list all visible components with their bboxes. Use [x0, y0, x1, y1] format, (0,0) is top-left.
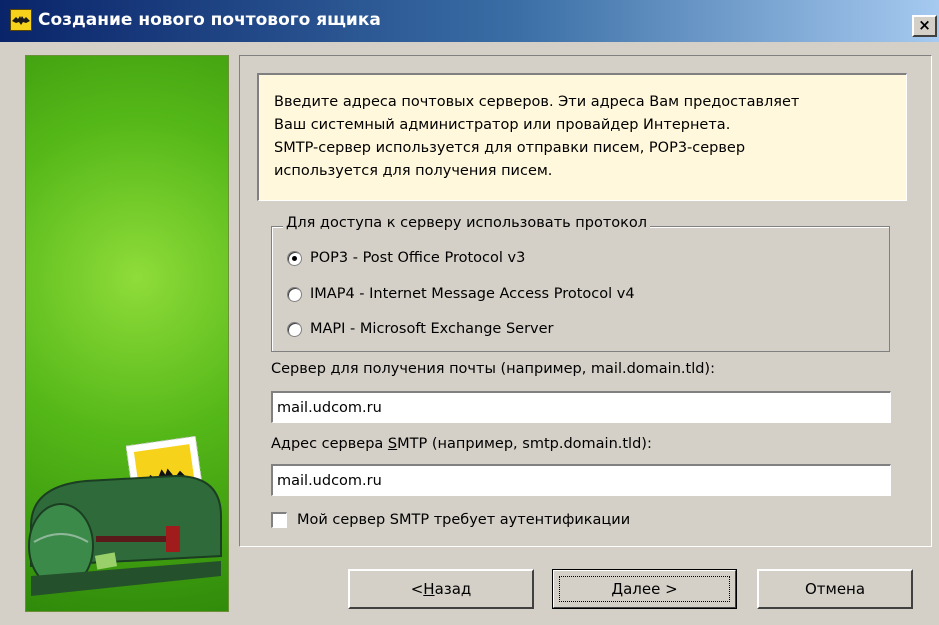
protocol-group-legend: Для доступа к серверу использовать прото… — [283, 215, 651, 231]
info-line: используется для получения писем. — [274, 163, 553, 179]
back-button-access-key: Н — [423, 580, 435, 598]
mailbox-icon — [28, 435, 222, 596]
incoming-server-label: Сервер для получения почты (например, ma… — [271, 361, 715, 377]
radio-mapi[interactable]: MAPI - Microsoft Exchange Server — [287, 318, 554, 340]
smtp-auth-label[interactable]: Мой сервер SMTP требует аутентификации — [297, 512, 630, 528]
incoming-server-input[interactable] — [271, 391, 891, 423]
cancel-button[interactable]: Отмена — [757, 569, 913, 609]
info-line: SMTP-сервер используется для отправки пи… — [274, 140, 746, 156]
radio-label[interactable]: POP3 - Post Office Protocol v3 — [310, 250, 525, 266]
radio-label[interactable]: IMAP4 - Internet Message Access Protocol… — [310, 286, 635, 302]
close-button[interactable]: × — [912, 15, 937, 37]
back-button[interactable]: < Назад — [348, 569, 534, 609]
info-box: Введите адреса почтовых серверов. Эти ад… — [257, 73, 907, 201]
focus-rectangle — [559, 576, 730, 602]
smtp-server-input[interactable] — [271, 464, 891, 496]
next-button[interactable]: Далее > — [552, 569, 737, 609]
back-button-prefix: < — [410, 580, 424, 598]
radio-imap4[interactable]: IMAP4 - Internet Message Access Protocol… — [287, 283, 635, 305]
radio-pop3[interactable]: POP3 - Post Office Protocol v3 — [287, 247, 525, 269]
smtp-label-suffix: MTP (например, smtp.domain.tld): — [397, 436, 652, 452]
close-icon: × — [918, 16, 931, 34]
smtp-server-label: Адрес сервера SMTP (например, smtp.domai… — [271, 436, 652, 452]
smtp-auth-checkbox-row[interactable]: Мой сервер SMTP требует аутентификации — [271, 509, 630, 531]
radio-button-checked[interactable] — [287, 250, 302, 266]
cancel-button-label: Отмена — [804, 580, 866, 598]
window-title: Создание нового почтового ящика — [38, 10, 381, 30]
bat-icon — [10, 9, 32, 31]
smtp-auth-checkbox[interactable] — [271, 512, 287, 528]
wizard-illustration — [25, 55, 229, 612]
radio-button[interactable] — [287, 286, 302, 302]
smtp-label-access-key: S — [387, 436, 398, 452]
info-line: Ваш системный администратор или провайде… — [274, 117, 731, 133]
smtp-label-prefix: Адрес сервера — [271, 436, 388, 452]
back-button-suffix: азад — [434, 580, 472, 598]
radio-button[interactable] — [287, 321, 302, 337]
radio-label[interactable]: MAPI - Microsoft Exchange Server — [310, 321, 554, 337]
info-line: Введите адреса почтовых серверов. Эти ад… — [274, 94, 800, 110]
title-bar[interactable]: Создание нового почтового ящика × — [0, 0, 939, 42]
